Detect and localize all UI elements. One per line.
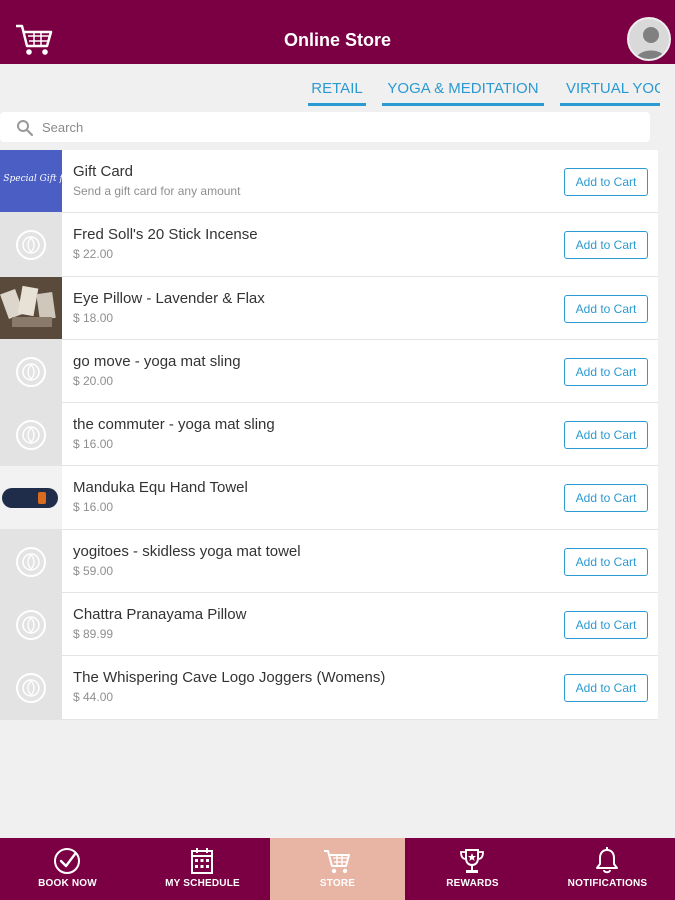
placeholder-logo xyxy=(0,213,62,276)
add-to-cart-button[interactable]: Add to Cart xyxy=(564,168,648,196)
product-price: $ 22.00 xyxy=(73,247,114,262)
list-item[interactable]: A Special Gift for you Gift Card Send a … xyxy=(0,150,658,214)
add-to-cart-button[interactable]: Add to Cart xyxy=(564,294,648,323)
placeholder-logo xyxy=(0,656,62,719)
product-price: $ 16.00 xyxy=(73,500,114,515)
nav-store[interactable]: STORE xyxy=(270,838,405,900)
nav-label: NOTIFICATIONS xyxy=(567,878,648,889)
product-subtitle: Send a gift card for any amount xyxy=(73,184,241,198)
search-bar xyxy=(0,112,650,142)
page-title: Online Store xyxy=(283,30,391,50)
product-name: Chattra Pranayama Pillow xyxy=(73,606,247,624)
product-name: Manduka Equ Hand Towel xyxy=(73,479,248,497)
nav-label: MY SCHEDULE xyxy=(165,878,240,889)
add-to-cart-button[interactable]: Add to Cart xyxy=(564,674,648,703)
nav-label: STORE xyxy=(319,878,356,889)
eye-pillow-photo xyxy=(0,276,62,339)
search-icon xyxy=(17,120,34,137)
trophy-icon xyxy=(460,849,484,873)
tab-yoga-meditation[interactable]: YOGA & MEDITATION xyxy=(382,80,544,106)
lotus-logo-icon xyxy=(16,673,46,704)
product-name: The Whispering Cave Logo Joggers (Womens… xyxy=(73,669,386,687)
product-price: $ 44.00 xyxy=(73,690,114,705)
bell-icon xyxy=(596,847,618,874)
product-name: Fred Soll's 20 Stick Incense xyxy=(73,226,258,244)
list-item[interactable]: The Whispering Cave Logo Joggers (Womens… xyxy=(0,656,658,720)
search-input[interactable] xyxy=(42,117,622,137)
list-item[interactable]: go move - yoga mat sling $ 20.00 Add to … xyxy=(0,339,658,404)
product-list: A Special Gift for you Gift Card Send a … xyxy=(0,150,658,720)
product-name: Gift Card xyxy=(73,163,134,180)
nav-rewards[interactable]: REWARDS xyxy=(405,838,540,900)
list-item[interactable]: yogitoes - skidless yoga mat towel $ 59.… xyxy=(0,529,658,594)
user-avatar-icon[interactable] xyxy=(627,17,671,61)
product-name: go move - yoga mat sling xyxy=(73,352,241,370)
lotus-logo-icon xyxy=(16,546,46,577)
list-item[interactable]: Chattra Pranayama Pillow $ 89.99 Add to … xyxy=(0,593,658,657)
bottom-nav: BOOK NOW MY SCHEDULE STORE REWARDS NOTIF… xyxy=(0,838,675,900)
product-price: $ 16.00 xyxy=(73,437,114,452)
list-item[interactable]: Manduka Equ Hand Towel $ 16.00 Add to Ca… xyxy=(0,466,658,530)
calendar-icon xyxy=(191,848,213,874)
add-to-cart-button[interactable]: Add to Cart xyxy=(564,547,648,576)
list-item[interactable]: the commuter - yoga mat sling $ 16.00 Ad… xyxy=(0,403,658,467)
nav-notifications[interactable]: NOTIFICATIONS xyxy=(540,838,675,900)
product-price: $ 20.00 xyxy=(73,373,114,388)
nav-label: REWARDS xyxy=(446,878,499,889)
product-name: yogitoes - skidless yoga mat towel xyxy=(73,542,301,560)
lotus-logo-icon xyxy=(16,356,46,387)
add-to-cart-button[interactable]: Add to Cart xyxy=(564,484,648,513)
add-to-cart-button[interactable]: Add to Cart xyxy=(564,357,648,386)
product-name: Eye Pillow - Lavender & Flax xyxy=(73,289,265,307)
add-to-cart-button[interactable]: Add to Cart xyxy=(564,231,648,260)
lotus-logo-icon xyxy=(16,420,46,451)
tab-virtual-yoga[interactable]: VIRTUAL YOGA xyxy=(560,80,660,106)
lotus-logo-icon xyxy=(16,230,46,261)
shopping-cart-icon xyxy=(324,850,350,874)
add-to-cart-button[interactable]: Add to Cart xyxy=(564,611,648,640)
list-item[interactable]: Fred Soll's 20 Stick Incense $ 22.00 Add… xyxy=(0,213,658,277)
nav-label: BOOK NOW xyxy=(38,878,97,889)
check-circle-icon xyxy=(54,848,80,874)
placeholder-logo xyxy=(0,593,62,656)
product-price: $ 18.00 xyxy=(73,310,114,325)
placeholder-logo xyxy=(0,339,62,403)
nav-my-schedule[interactable]: MY SCHEDULE xyxy=(135,838,270,900)
app-header: Online Store xyxy=(0,0,675,64)
product-name: the commuter - yoga mat sling xyxy=(73,416,275,434)
lotus-logo-icon xyxy=(16,610,46,641)
list-item[interactable]: Eye Pillow - Lavender & Flax $ 18.00 Add… xyxy=(0,276,658,340)
add-to-cart-button[interactable]: Add to Cart xyxy=(564,421,648,450)
gift-card-image: A Special Gift for you xyxy=(0,150,62,213)
product-price: $ 89.99 xyxy=(73,627,114,642)
towel-photo xyxy=(0,466,62,529)
placeholder-logo xyxy=(0,529,62,593)
tab-retail[interactable]: RETAIL xyxy=(308,80,366,106)
category-tabs: RETAIL YOGA & MEDITATION VIRTUAL YOGA xyxy=(0,64,660,108)
nav-book-now[interactable]: BOOK NOW xyxy=(0,838,135,900)
product-price: $ 59.00 xyxy=(73,563,114,578)
gift-card-image-text: A Special Gift for you xyxy=(0,174,62,184)
placeholder-logo xyxy=(0,403,62,466)
